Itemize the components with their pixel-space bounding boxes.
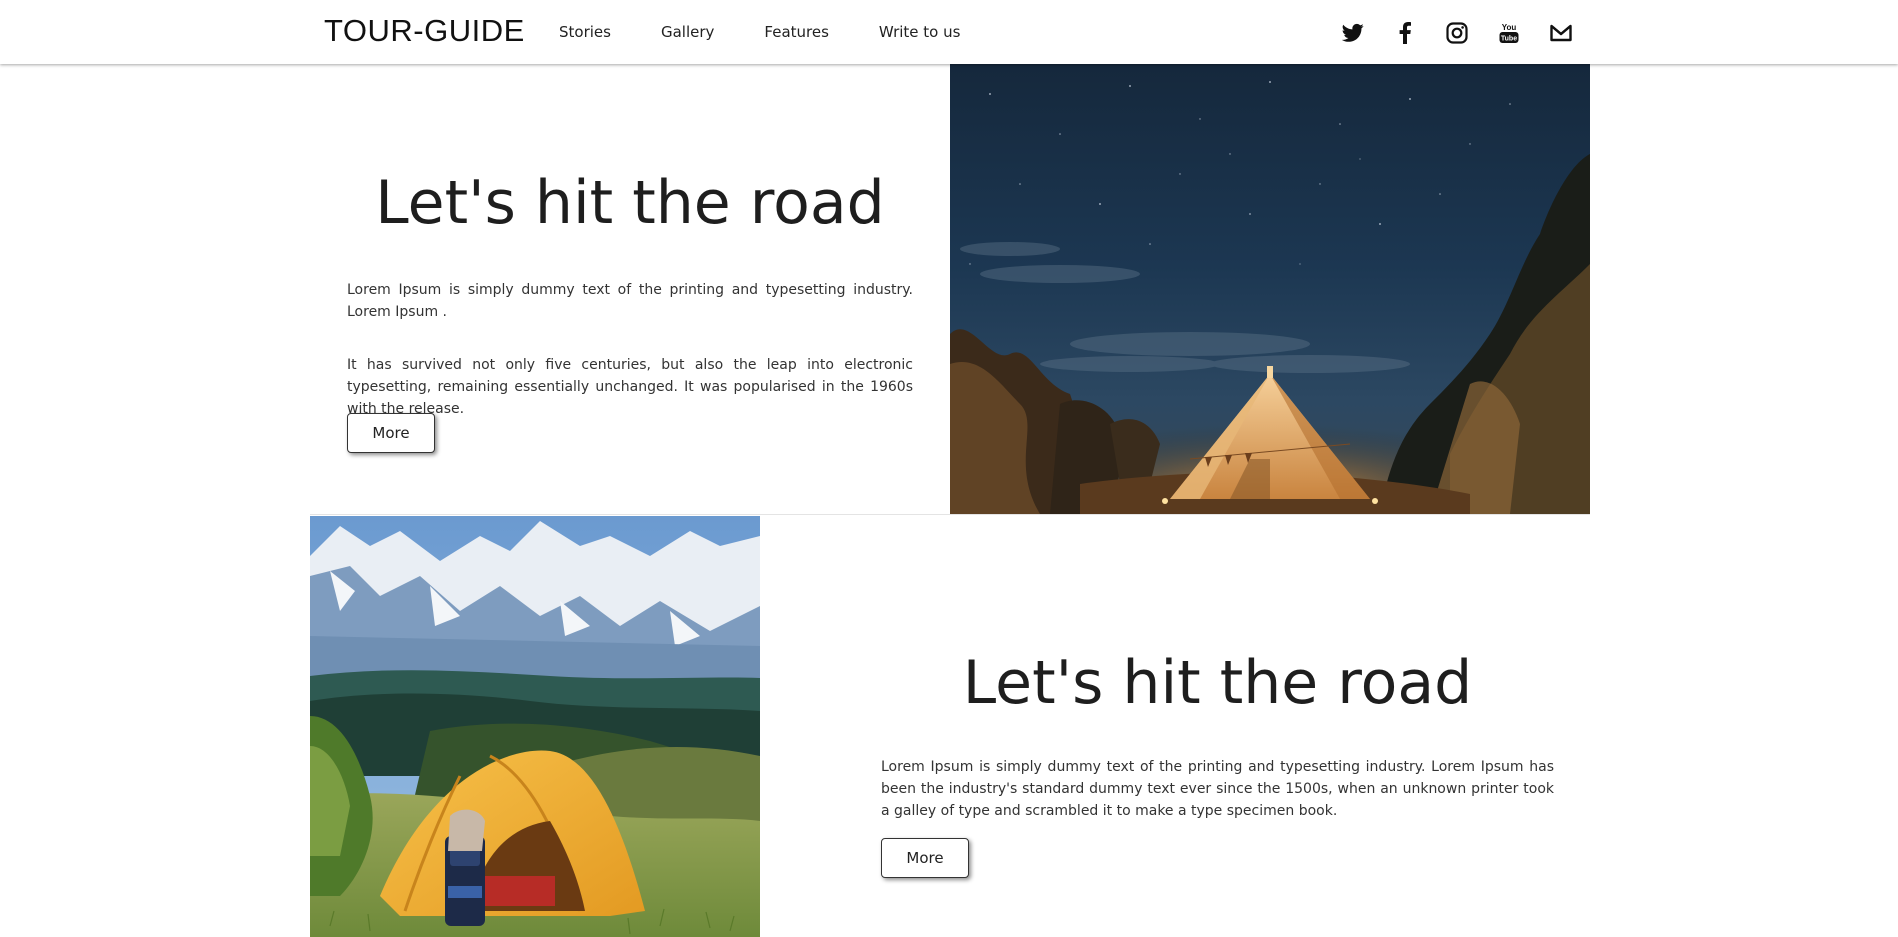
nav-link-stories[interactable]: Stories xyxy=(559,23,611,41)
section-divider xyxy=(310,514,1590,515)
top-navbar: TOUR-GUIDE Stories Gallery Features Writ… xyxy=(0,0,1898,64)
more-button[interactable]: More xyxy=(347,413,435,453)
youtube-icon[interactable]: You Tube xyxy=(1498,22,1520,44)
hero-section-2: Let's hit the road Lorem Ipsum is simply… xyxy=(760,516,1590,937)
main-nav: Stories Gallery Features Write to us xyxy=(559,23,960,41)
facebook-icon[interactable] xyxy=(1394,22,1416,44)
nav-link-write-to-us[interactable]: Write to us xyxy=(879,23,961,41)
section-paragraph: It has survived not only five centuries,… xyxy=(347,357,913,417)
nav-link-gallery[interactable]: Gallery xyxy=(661,23,714,41)
svg-text:You: You xyxy=(1502,23,1517,32)
more-button[interactable]: More xyxy=(881,838,969,878)
section-paragraph: Lorem Ipsum is simply dummy text of the … xyxy=(347,282,913,320)
hero-section-1: Let's hit the road Lorem Ipsum is simply… xyxy=(310,64,950,514)
social-links: You Tube xyxy=(1342,22,1572,44)
brand-logo[interactable]: TOUR-GUIDE xyxy=(324,13,525,49)
nav-link-features[interactable]: Features xyxy=(764,23,829,41)
section-heading: Let's hit the road xyxy=(962,648,1473,718)
svg-text:Tube: Tube xyxy=(1501,36,1517,43)
mail-icon[interactable] xyxy=(1550,22,1572,44)
mountain-camping-tent-image xyxy=(310,516,760,937)
instagram-icon[interactable] xyxy=(1446,22,1468,44)
section-paragraph: Lorem Ipsum is simply dummy text of the … xyxy=(881,759,1554,819)
section-heading: Let's hit the road xyxy=(375,168,885,238)
night-camping-tent-image xyxy=(950,64,1590,514)
twitter-icon[interactable] xyxy=(1342,22,1364,44)
